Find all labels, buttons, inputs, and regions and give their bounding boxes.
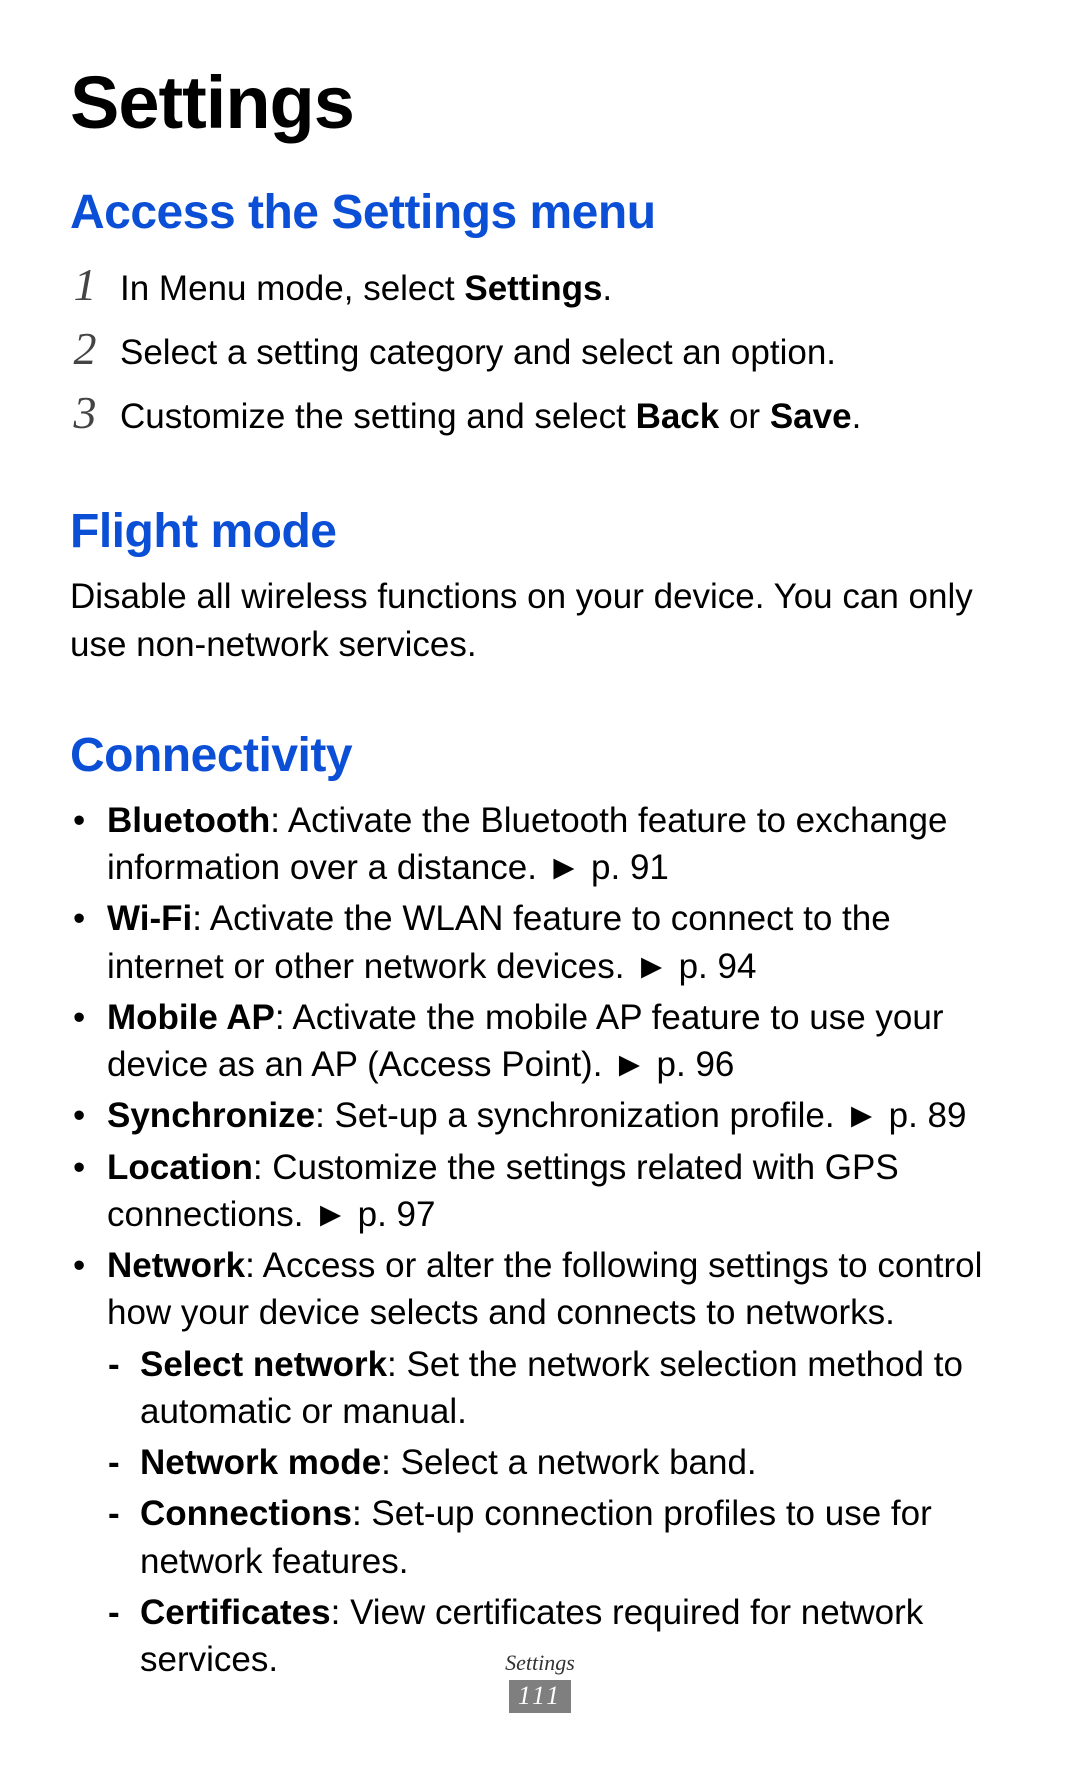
desc: : Select a network band. xyxy=(381,1443,757,1482)
bullet-icon: • xyxy=(70,797,107,844)
label: Select network xyxy=(140,1345,387,1384)
step-2: 2 Select a setting category and select a… xyxy=(70,318,1010,380)
dash-icon: - xyxy=(104,1439,140,1486)
footer-section-label: Settings xyxy=(0,1650,1080,1676)
step-text: In Menu mode, select Settings. xyxy=(120,265,1010,312)
text: Customize the setting and select xyxy=(120,397,636,436)
list-item: • Location: Customize the settings relat… xyxy=(70,1144,1010,1239)
list-item: • Mobile AP: Activate the mobile AP feat… xyxy=(70,994,1010,1089)
bold-text: Back xyxy=(636,397,720,436)
heading-access-settings: Access the Settings menu xyxy=(70,185,1010,240)
text: . xyxy=(602,269,612,308)
bullet-icon: • xyxy=(70,994,107,1041)
text: In Menu mode, select xyxy=(120,269,464,308)
label: Synchronize xyxy=(107,1096,315,1135)
list-item: • Bluetooth: Activate the Bluetooth feat… xyxy=(70,797,1010,892)
label: Certificates xyxy=(140,1593,331,1632)
desc: : Set-up a synchronization profile. ► p.… xyxy=(315,1096,966,1135)
list-item-text: Network: Access or alter the following s… xyxy=(107,1242,1010,1337)
label: Connections xyxy=(140,1494,352,1533)
label: Bluetooth xyxy=(107,801,270,840)
list-item-text: Wi-Fi: Activate the WLAN feature to conn… xyxy=(107,895,1010,990)
step-number: 3 xyxy=(70,382,100,444)
list-item: • Network: Access or alter the following… xyxy=(70,1242,1010,1337)
bullet-icon: • xyxy=(70,1242,107,1289)
bullet-icon: • xyxy=(70,1092,107,1139)
sublist-item-text: Connections: Set-up connection profiles … xyxy=(140,1490,1010,1585)
dash-icon: - xyxy=(104,1490,140,1537)
sublist-item: - Network mode: Select a network band. xyxy=(104,1439,1010,1486)
sublist-item-text: Select network: Set the network selectio… xyxy=(140,1341,1010,1436)
sublist-item-text: Network mode: Select a network band. xyxy=(140,1439,1010,1486)
step-1: 1 In Menu mode, select Settings. xyxy=(70,254,1010,316)
list-item: • Wi-Fi: Activate the WLAN feature to co… xyxy=(70,895,1010,990)
list-item-text: Bluetooth: Activate the Bluetooth featur… xyxy=(107,797,1010,892)
step-text: Customize the setting and select Back or… xyxy=(120,393,1010,440)
steps-access: 1 In Menu mode, select Settings. 2 Selec… xyxy=(70,254,1010,444)
bullet-icon: • xyxy=(70,1144,107,1191)
step-text: Select a setting category and select an … xyxy=(120,329,1010,376)
page-footer: Settings 111 xyxy=(0,1650,1080,1713)
step-3: 3 Customize the setting and select Back … xyxy=(70,382,1010,444)
label: Network xyxy=(107,1246,245,1285)
desc: : Activate the WLAN feature to connect t… xyxy=(107,899,891,985)
dash-icon: - xyxy=(104,1589,140,1636)
document-page: Settings Access the Settings menu 1 In M… xyxy=(0,0,1080,1771)
dash-icon: - xyxy=(104,1341,140,1388)
sublist-item: - Select network: Set the network select… xyxy=(104,1341,1010,1436)
bullet-icon: • xyxy=(70,895,107,942)
label: Location xyxy=(107,1148,253,1187)
heading-connectivity: Connectivity xyxy=(70,728,1010,783)
step-number: 2 xyxy=(70,318,100,380)
label: Wi-Fi xyxy=(107,899,192,938)
label: Network mode xyxy=(140,1443,381,1482)
bold-text: Settings xyxy=(464,269,602,308)
network-sublist: - Select network: Set the network select… xyxy=(104,1341,1010,1684)
connectivity-list: • Bluetooth: Activate the Bluetooth feat… xyxy=(70,797,1010,1684)
text: or xyxy=(719,397,770,436)
bold-text: Save xyxy=(770,397,852,436)
page-number: 111 xyxy=(509,1680,571,1713)
page-title: Settings xyxy=(70,60,1010,145)
list-item: • Synchronize: Set-up a synchronization … xyxy=(70,1092,1010,1139)
list-item-text: Synchronize: Set-up a synchronization pr… xyxy=(107,1092,1010,1139)
list-item-text: Mobile AP: Activate the mobile AP featur… xyxy=(107,994,1010,1089)
flight-mode-description: Disable all wireless functions on your d… xyxy=(70,573,1010,668)
list-item-text: Location: Customize the settings related… xyxy=(107,1144,1010,1239)
heading-flight-mode: Flight mode xyxy=(70,504,1010,559)
text: . xyxy=(852,397,862,436)
label: Mobile AP xyxy=(107,998,275,1037)
step-number: 1 xyxy=(70,254,100,316)
sublist-item: - Connections: Set-up connection profile… xyxy=(104,1490,1010,1585)
